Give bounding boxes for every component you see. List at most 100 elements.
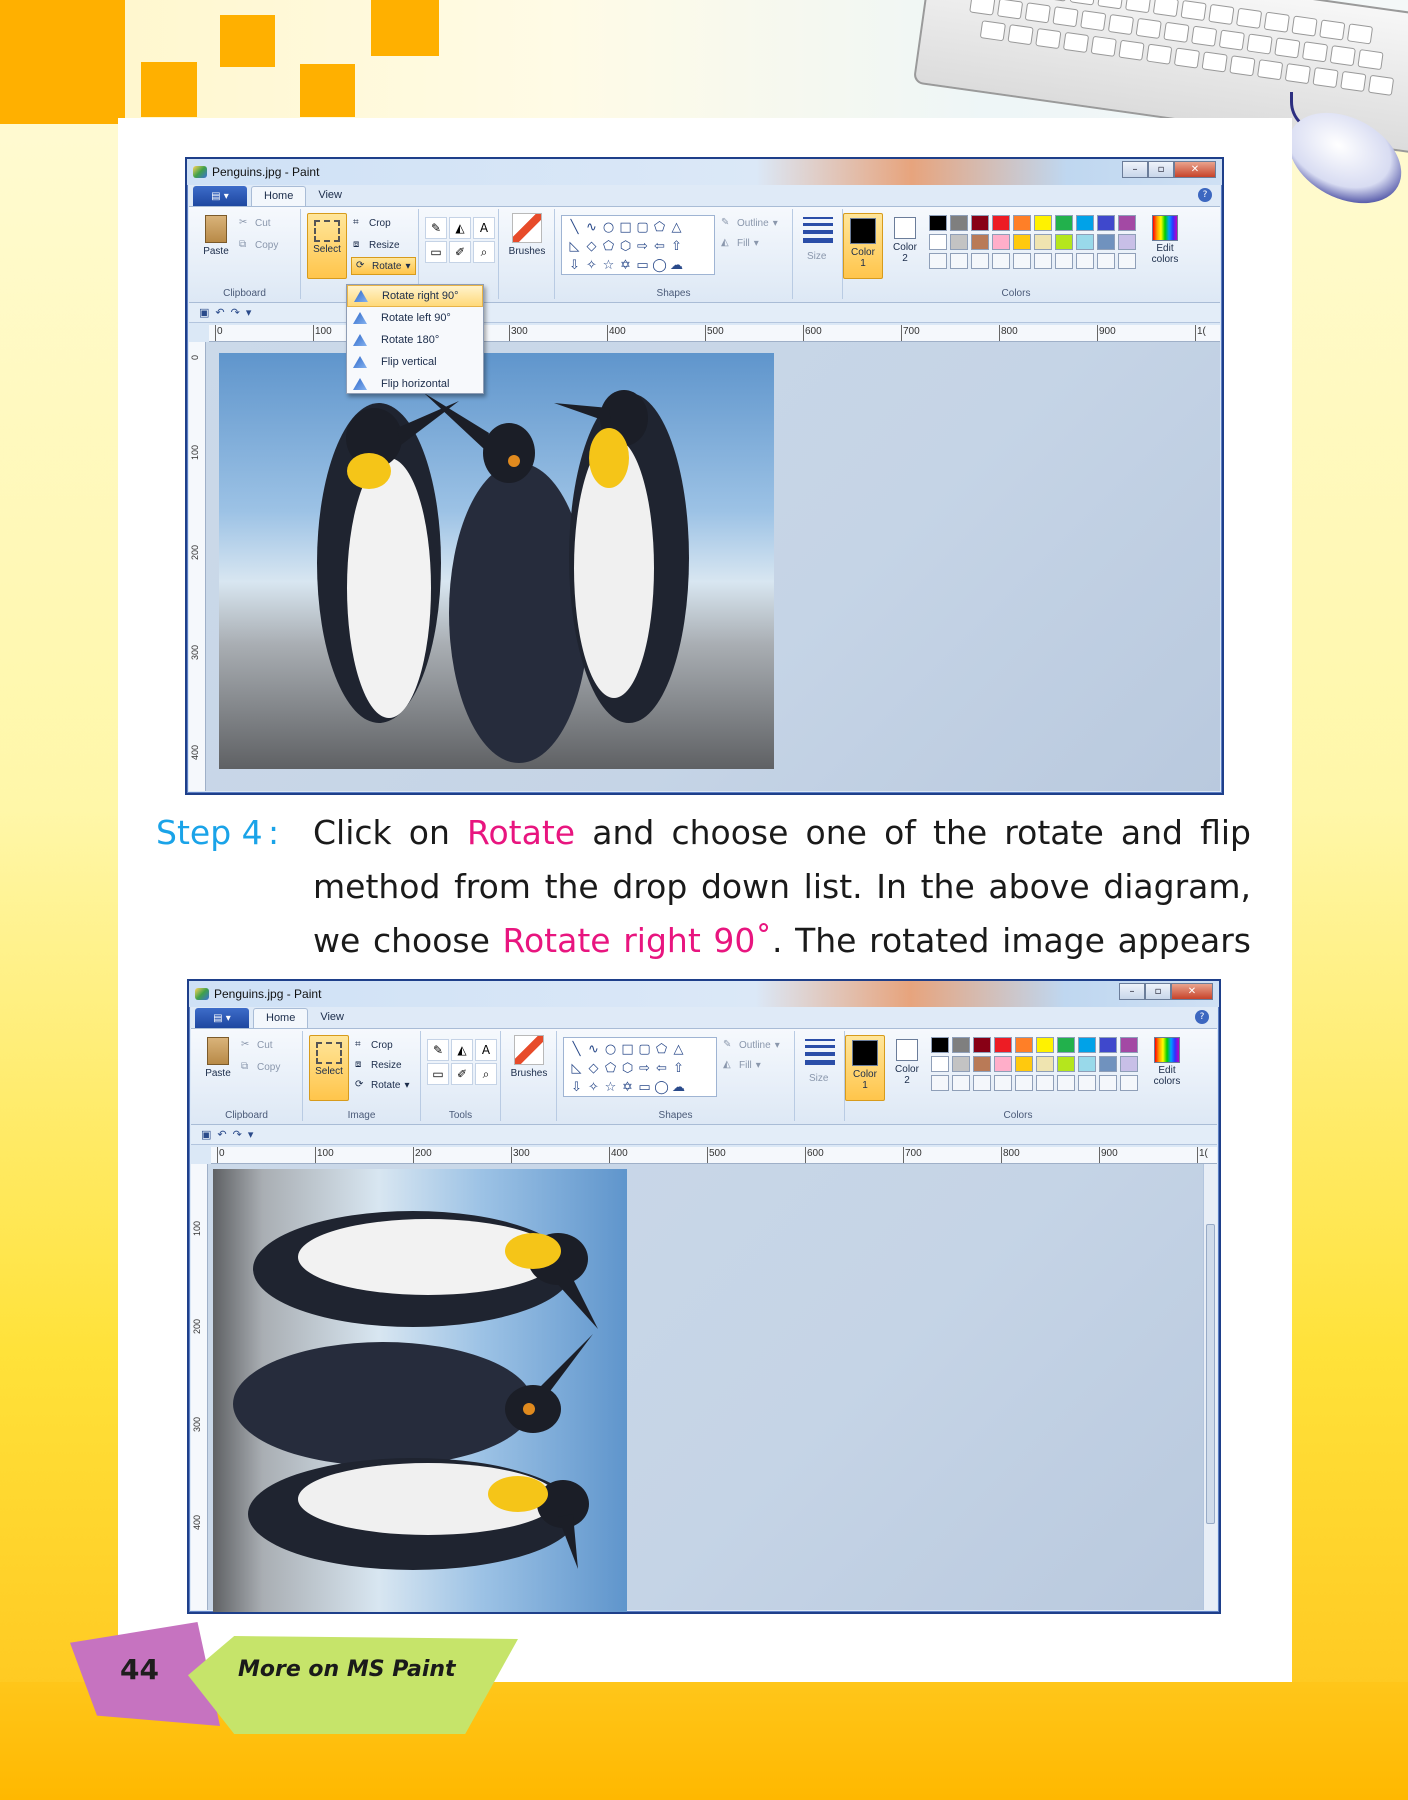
tab-home[interactable]: Home [253, 1008, 309, 1028]
fill-bucket-icon[interactable]: ◭ [451, 1039, 473, 1061]
resize-button[interactable]: ⧈ Resize [353, 239, 400, 251]
palette-swatch[interactable] [1099, 1037, 1117, 1053]
palette-swatch[interactable] [994, 1056, 1012, 1072]
palette-swatch[interactable] [1057, 1075, 1075, 1091]
magnifier-icon[interactable]: ⌕ [473, 241, 495, 263]
menu-item-flip-vertical[interactable]: Flip vertical [347, 351, 483, 373]
rotated-penguins-image[interactable] [213, 1169, 627, 1612]
palette-swatch[interactable] [1013, 253, 1031, 269]
palette-swatch[interactable] [1118, 234, 1136, 250]
pencil-icon[interactable]: ✎ [427, 1039, 449, 1061]
palette-swatch[interactable] [929, 253, 947, 269]
menu-item-rotate-right-90[interactable]: Rotate right 90° [347, 285, 483, 307]
palette-swatch[interactable] [1034, 253, 1052, 269]
palette-swatch[interactable] [1055, 215, 1073, 231]
maximize-button[interactable]: ▫ [1148, 161, 1174, 178]
palette-swatch[interactable] [992, 253, 1010, 269]
edit-colors-button[interactable]: Edit colors [1147, 215, 1183, 265]
palette-swatch[interactable] [1015, 1037, 1033, 1053]
edit-colors-button[interactable]: Edit colors [1149, 1037, 1185, 1087]
eraser-icon[interactable]: ▭ [425, 241, 447, 263]
menu-item-rotate-left-90[interactable]: Rotate left 90° [347, 307, 483, 329]
magnifier-icon[interactable]: ⌕ [475, 1063, 497, 1085]
palette-swatch[interactable] [1055, 234, 1073, 250]
palette-swatch[interactable] [994, 1037, 1012, 1053]
palette-swatch[interactable] [931, 1037, 949, 1053]
palette-swatch[interactable] [971, 234, 989, 250]
fill-button[interactable]: ◭ Fill ▾ [721, 237, 759, 249]
palette-swatch[interactable] [1099, 1075, 1117, 1091]
size-button[interactable]: Size [807, 251, 826, 262]
color-picker-icon[interactable]: ✐ [451, 1063, 473, 1085]
tab-view[interactable]: View [308, 1008, 356, 1028]
color-palette[interactable] [929, 215, 1136, 269]
palette-swatch[interactable] [1013, 215, 1031, 231]
rotate-button[interactable]: ⟳ Rotate ▾ [355, 1079, 410, 1091]
fill-button[interactable]: ◭ Fill ▾ [723, 1059, 761, 1071]
palette-swatch[interactable] [1099, 1056, 1117, 1072]
menu-item-flip-horizontal[interactable]: Flip horizontal [347, 373, 483, 395]
eraser-icon[interactable]: ▭ [427, 1063, 449, 1085]
select-button[interactable]: Select [307, 213, 347, 279]
palette-swatch[interactable] [931, 1075, 949, 1091]
palette-swatch[interactable] [1015, 1075, 1033, 1091]
shapes-gallery[interactable]: ╲ ∿ ○ □ ▢ ⬠ △ ◺ ◇ ⬠ ⬡ ⇨ ⇦ ⇧ ⇩ ✧ ☆ ✡ ▭ ◯ ☁ [561, 215, 715, 275]
undo-icon[interactable]: ↶ [215, 306, 224, 319]
palette-swatch[interactable] [994, 1075, 1012, 1091]
save-icon[interactable]: ▣ [199, 306, 209, 319]
copy-button[interactable]: ⧉ Copy [241, 1061, 280, 1073]
palette-swatch[interactable] [1097, 253, 1115, 269]
palette-swatch[interactable] [973, 1037, 991, 1053]
minimize-button[interactable]: – [1119, 983, 1145, 1000]
palette-swatch[interactable] [973, 1075, 991, 1091]
palette-swatch[interactable] [950, 253, 968, 269]
color2-button[interactable]: Color 2 [887, 217, 923, 264]
palette-swatch[interactable] [1055, 253, 1073, 269]
paste-button[interactable]: Paste [199, 215, 233, 257]
palette-swatch[interactable] [1057, 1056, 1075, 1072]
palette-swatch[interactable] [1057, 1037, 1075, 1053]
palette-swatch[interactable] [992, 215, 1010, 231]
palette-swatch[interactable] [1036, 1075, 1054, 1091]
menu-item-rotate-180[interactable]: Rotate 180° [347, 329, 483, 351]
palette-swatch[interactable] [973, 1056, 991, 1072]
palette-swatch[interactable] [971, 253, 989, 269]
brushes-button[interactable]: Brushes [505, 213, 549, 257]
crop-button[interactable]: ⌗ Crop [353, 217, 391, 229]
palette-swatch[interactable] [1120, 1075, 1138, 1091]
palette-swatch[interactable] [1076, 253, 1094, 269]
palette-swatch[interactable] [950, 234, 968, 250]
brushes-button[interactable]: Brushes [507, 1035, 551, 1079]
shapes-gallery[interactable]: ╲ ∿ ○ □ ▢ ⬠ △ ◺ ◇ ⬠ ⬡ ⇨ ⇦ ⇧ ⇩ ✧ ☆ ✡ ▭ ◯ ☁ [563, 1037, 717, 1097]
vertical-scrollbar[interactable] [1203, 1164, 1217, 1610]
customize-icon[interactable]: ▾ [246, 306, 252, 319]
palette-swatch[interactable] [1034, 234, 1052, 250]
palette-swatch[interactable] [1120, 1056, 1138, 1072]
redo-icon[interactable]: ↷ [231, 306, 240, 319]
color2-button[interactable]: Color 2 [889, 1039, 925, 1086]
color-palette[interactable] [931, 1037, 1138, 1091]
palette-swatch[interactable] [1013, 234, 1031, 250]
color-picker-icon[interactable]: ✐ [449, 241, 471, 263]
close-button[interactable]: ✕ [1171, 983, 1213, 1000]
rotate-button[interactable]: ⟳ Rotate ▾ [351, 257, 416, 275]
cut-button[interactable]: ✂ Cut [241, 1039, 273, 1051]
palette-swatch[interactable] [952, 1037, 970, 1053]
help-icon[interactable]: ? [1198, 188, 1212, 202]
palette-swatch[interactable] [929, 215, 947, 231]
palette-swatch[interactable] [1078, 1056, 1096, 1072]
text-icon[interactable]: A [475, 1039, 497, 1061]
paint-menu-button[interactable]: ▤ ▾ [193, 186, 247, 206]
palette-swatch[interactable] [1036, 1056, 1054, 1072]
color1-button[interactable]: Color 1 [843, 213, 883, 279]
resize-button[interactable]: ⧈ Resize [355, 1059, 402, 1071]
palette-swatch[interactable] [971, 215, 989, 231]
palette-swatch[interactable] [1118, 253, 1136, 269]
minimize-button[interactable]: – [1122, 161, 1148, 178]
save-icon[interactable]: ▣ [201, 1128, 211, 1141]
palette-swatch[interactable] [1076, 215, 1094, 231]
fill-bucket-icon[interactable]: ◭ [449, 217, 471, 239]
palette-swatch[interactable] [1078, 1037, 1096, 1053]
outline-button[interactable]: ✎ Outline ▾ [723, 1039, 780, 1051]
palette-swatch[interactable] [1097, 215, 1115, 231]
